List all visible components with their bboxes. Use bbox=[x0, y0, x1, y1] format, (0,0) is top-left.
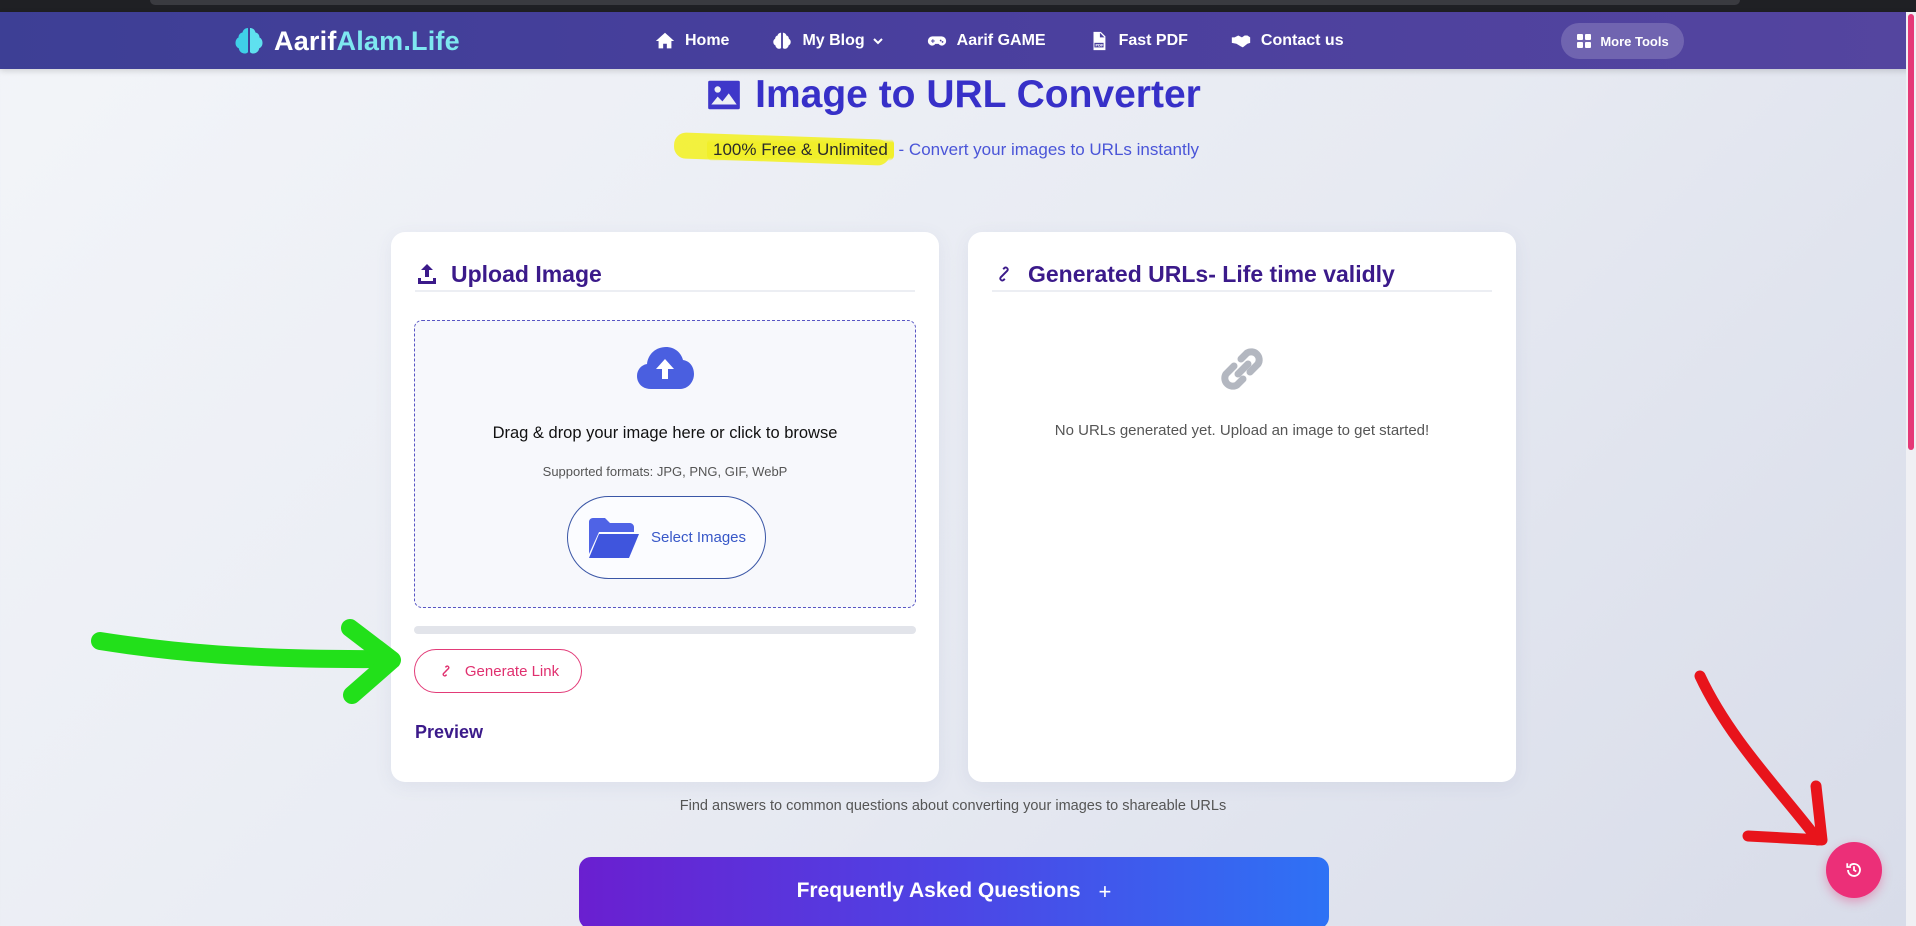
plus-icon: + bbox=[1098, 879, 1112, 904]
pdf-icon: PDF bbox=[1093, 31, 1105, 51]
nav-my-blog-label: My Blog bbox=[802, 32, 865, 49]
page-subtitle: 100% Free & Unlimited - Convert your ima… bbox=[0, 138, 1906, 161]
link-icon bbox=[442, 665, 450, 677]
link-icon bbox=[999, 266, 1009, 282]
faq-caption: Find answers to common questions about c… bbox=[679, 798, 1227, 814]
generate-link-button[interactable]: Generate Link bbox=[414, 649, 582, 693]
page-title: Image to URL Converter bbox=[0, 73, 1906, 117]
red-arrow-annotation bbox=[1694, 670, 1824, 846]
svg-text:PDF: PDF bbox=[1095, 44, 1104, 48]
nav-home[interactable]: Home bbox=[654, 30, 729, 52]
upload-card-header: Upload Image bbox=[415, 258, 915, 292]
grid-icon bbox=[1577, 34, 1592, 48]
faq-title: Frequently Asked Questions bbox=[796, 879, 1081, 902]
nav-fast-pdf-label: Fast PDF bbox=[1118, 32, 1188, 49]
nav-aarif-game-label: Aarif GAME bbox=[956, 32, 1046, 49]
cloud-upload-icon bbox=[637, 347, 694, 389]
generated-urls-card: Generated URLs- Life time validly No URL… bbox=[968, 232, 1516, 782]
history-icon bbox=[1846, 863, 1861, 877]
nav-contact-us[interactable]: Contact us bbox=[1230, 30, 1344, 52]
handshake-icon bbox=[1231, 35, 1251, 48]
image-dropzone[interactable]: Drag & drop your image here or click to … bbox=[414, 320, 916, 608]
folder-open-icon bbox=[588, 517, 639, 558]
generate-link-label: Generate Link bbox=[464, 662, 560, 680]
brain-icon bbox=[773, 32, 792, 49]
select-images-label: Select Images bbox=[650, 529, 747, 546]
select-images-button[interactable]: Select Images bbox=[567, 496, 766, 579]
brand-name: AarifAlam.Life bbox=[274, 25, 460, 56]
page-title-text: Image to URL Converter bbox=[755, 73, 1201, 116]
nav-fast-pdf[interactable]: PDF Fast PDF bbox=[1088, 30, 1188, 52]
supported-formats: Supported formats: JPG, PNG, GIF, WebP bbox=[542, 464, 788, 479]
annotation-layer bbox=[91, 619, 1828, 846]
nav-home-label: Home bbox=[685, 32, 730, 49]
chevron-down-icon bbox=[872, 38, 883, 45]
upload-card-title: Upload Image bbox=[451, 260, 602, 287]
home-icon bbox=[655, 32, 675, 49]
green-arrow-annotation bbox=[91, 632, 394, 669]
empty-state-message: No URLs generated yet. Upload an image t… bbox=[1054, 422, 1430, 439]
browser-tab-strip bbox=[150, 0, 1740, 5]
faq-toggle-button[interactable]: Frequently Asked Questions + bbox=[579, 857, 1329, 926]
nav-contact-us-label: Contact us bbox=[1260, 32, 1344, 49]
subtitle-highlight: 100% Free & Unlimited bbox=[707, 138, 894, 161]
dropzone-instructions: Drag & drop your image here or click to … bbox=[492, 424, 838, 442]
green-arrowhead-annotation bbox=[341, 619, 401, 704]
upload-icon bbox=[418, 264, 436, 284]
main-nav: Home My Blog Aarif GAME PDF Fast PDF Con… bbox=[654, 30, 1386, 52]
preview-heading: Preview bbox=[415, 722, 484, 742]
scrollbar-thumb[interactable] bbox=[1908, 14, 1914, 450]
browser-chrome-strip bbox=[0, 0, 1916, 16]
nav-my-blog[interactable]: My Blog bbox=[771, 30, 883, 52]
generated-urls-header: Generated URLs- Life time validly bbox=[992, 258, 1492, 292]
link-placeholder-icon bbox=[1221, 348, 1263, 390]
subtitle-rest: - Convert your images to URLs instantly bbox=[898, 140, 1199, 159]
history-fab-button[interactable] bbox=[1826, 842, 1882, 898]
brain-logo-icon bbox=[235, 28, 263, 54]
nav-aarif-game[interactable]: Aarif GAME bbox=[926, 30, 1046, 52]
brand-logo-link[interactable]: AarifAlam.Life bbox=[232, 24, 460, 58]
more-tools-label: More Tools bbox=[1600, 33, 1669, 49]
gamepad-icon bbox=[927, 36, 946, 46]
top-navbar: AarifAlam.Life Home My Blog Aarif GAME P… bbox=[0, 12, 1916, 69]
upload-progress-bar bbox=[414, 626, 916, 634]
generated-urls-title: Generated URLs- Life time validly bbox=[1028, 260, 1395, 287]
upload-card: Upload Image Drag & drop your image here… bbox=[391, 232, 939, 782]
image-icon bbox=[708, 80, 740, 110]
more-tools-button[interactable]: More Tools bbox=[1561, 23, 1684, 59]
